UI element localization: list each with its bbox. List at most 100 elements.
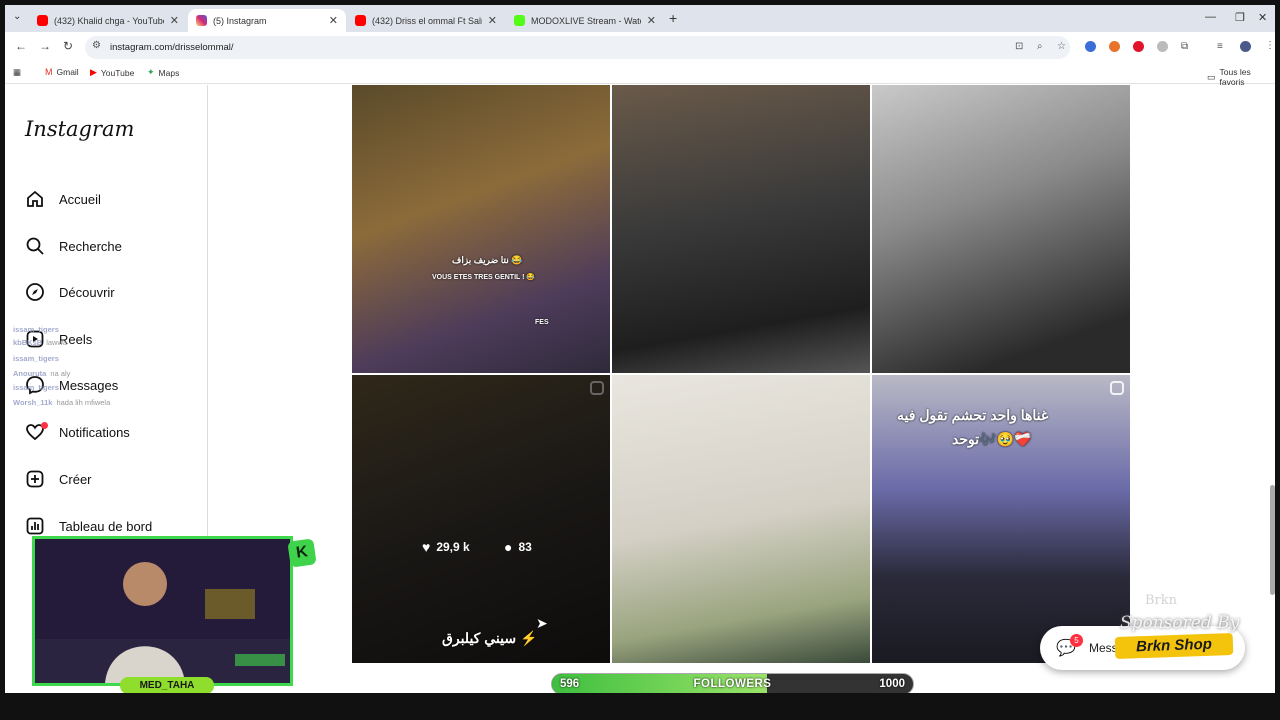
bookmark-youtube[interactable]: ▶ YouTube: [90, 67, 134, 78]
bookmarks-bar: ▦ M Gmail ▶ YouTube ✦ Maps ▭ Tous les favori…: [5, 62, 1275, 87]
post-thumbnail[interactable]: غناها واحد تحشم تقول فيه توحد🎶🥹❤️‍🩹: [872, 375, 1130, 663]
new-tab-icon[interactable]: +: [669, 10, 677, 26]
bookmark-star-icon[interactable]: ☆: [1057, 41, 1066, 52]
likes-count: ♥ 29,9 k: [422, 539, 470, 555]
forward-arrow-icon[interactable]: →: [39, 39, 51, 53]
minimize-icon[interactable]: —: [1205, 11, 1216, 23]
mouse-cursor-icon: ➤: [536, 615, 548, 631]
comment-icon: ●: [504, 539, 513, 555]
tab-title: MODOXLIVE Stream - Watch Li: [531, 15, 641, 26]
post-thumbnail[interactable]: نتا ضريف بزاف 😂 VOUS ETES TRES GENTIL ! …: [352, 85, 610, 373]
extension-shield-icon[interactable]: [1085, 41, 1096, 52]
post-hover-overlay: [352, 375, 610, 663]
folder-icon: ▭: [1207, 71, 1216, 82]
tab-modoxlive[interactable]: MODOXLIVE Stream - Watch Li ✕: [506, 9, 664, 32]
chat-line: issam_tigers: [13, 354, 59, 363]
close-tab-icon[interactable]: ✕: [170, 14, 179, 27]
apps-grid-icon[interactable]: ▦: [13, 67, 21, 78]
bookmark-maps[interactable]: ✦ Maps: [147, 67, 179, 78]
instagram-logo[interactable]: Instagram: [25, 117, 134, 141]
nav-recherche[interactable]: Recherche: [25, 236, 122, 256]
dashboard-icon: [25, 516, 45, 536]
kick-favicon-icon: [514, 15, 525, 26]
chat-line: Worsh_11k hada lih mfiwela: [13, 398, 111, 407]
create-icon: [25, 469, 45, 489]
chat-line: Anouruta na aly: [13, 369, 71, 378]
tab-instagram[interactable]: (5) Instagram ✕: [188, 9, 346, 32]
brkn-shop-banner: Brkn Shop: [1114, 632, 1234, 660]
extension-opera-icon[interactable]: [1133, 41, 1144, 52]
chat-line: kbBKsB lawwa: [13, 338, 68, 347]
kick-logo: K: [287, 538, 317, 568]
post-caption: توحد🎶🥹❤️‍🩹: [952, 431, 1032, 447]
profile-content: نتا ضريف بزاف 😂 VOUS ETES TRES GENTIL ! …: [209, 85, 1275, 693]
post-thumbnail-hovered[interactable]: سيني كيلبرق ⚡ ♥ 29,9 k ● 83 ➤: [352, 375, 610, 663]
nav-accueil[interactable]: Accueil: [25, 189, 101, 209]
close-window-icon[interactable]: ✕: [1258, 11, 1267, 24]
post-thumbnail[interactable]: [612, 375, 870, 663]
back-arrow-icon[interactable]: ←: [15, 39, 27, 53]
followers-goal: 1000: [879, 678, 905, 690]
all-bookmarks[interactable]: ▭ Tous les favoris: [1207, 67, 1275, 87]
post-caption: سيني كيلبرق ⚡: [442, 630, 538, 646]
instagram-favicon-icon: [196, 15, 207, 26]
site-settings-icon[interactable]: ⚙: [92, 40, 101, 51]
tab-youtube-khalid[interactable]: (432) Khalid chga - YouTube ✕: [29, 9, 187, 32]
compass-icon: [25, 282, 45, 302]
youtube-favicon-icon: [355, 15, 366, 26]
bookmark-gmail[interactable]: M Gmail: [45, 67, 79, 77]
nav-tableau-de-bord[interactable]: Tableau de bord: [25, 516, 152, 536]
reel-icon: [1110, 381, 1124, 395]
close-tab-icon[interactable]: ✕: [329, 14, 338, 27]
profile-avatar-icon[interactable]: [1240, 41, 1251, 52]
tab-title: (5) Instagram: [213, 15, 267, 26]
sponsor-brand: Brkn: [1145, 593, 1178, 608]
extensions-puzzle-icon[interactable]: ⧉: [1181, 41, 1188, 52]
gmail-icon: M: [45, 67, 53, 77]
tab-title: (432) Khalid chga - YouTube: [54, 15, 164, 26]
post-thumbnail[interactable]: [612, 85, 870, 373]
followers-goal-bar: 596 FOLLOWERS 1000: [551, 673, 914, 693]
youtube-favicon-icon: [37, 15, 48, 26]
followers-label: FOLLOWERS: [693, 678, 772, 690]
menu-dots-icon[interactable]: ⋮: [1265, 40, 1275, 51]
search-icon: [25, 236, 45, 256]
address-bar[interactable]: ⚙ instagram.com/drisselommal/ ⊡ ⌕ ☆: [85, 36, 1070, 59]
chat-line: issam_tigers: [13, 383, 59, 392]
nav-creer[interactable]: Créer: [25, 469, 92, 489]
zoom-icon[interactable]: ⌕: [1037, 41, 1043, 52]
post-caption: نتا ضريف بزاف 😂: [452, 255, 523, 265]
streamer-name: MED_TAHA: [120, 677, 214, 693]
post-caption: FES: [535, 319, 549, 326]
extension-guard-icon[interactable]: [1157, 41, 1168, 52]
notification-dot: [41, 422, 48, 429]
close-tab-icon[interactable]: ✕: [647, 14, 656, 27]
sponsored-by-text: Sponsored By: [1120, 613, 1240, 633]
streamer-webcam: [32, 536, 293, 686]
maps-icon: ✦: [147, 67, 155, 77]
browser-window: ⌄ (432) Khalid chga - YouTube ✕ (5) Inst…: [5, 5, 1275, 693]
unread-badge: 5: [1070, 634, 1083, 647]
page-scrollbar[interactable]: [1270, 485, 1275, 595]
close-tab-icon[interactable]: ✕: [488, 14, 497, 27]
tab-youtube-driss[interactable]: (432) Driss el ommal Ft Salma - ✕: [347, 9, 505, 32]
tab-strip: ⌄ (432) Khalid chga - YouTube ✕ (5) Inst…: [5, 5, 1275, 32]
chat-line: issam_tigers: [13, 325, 59, 334]
nav-decouvrir[interactable]: Découvrir: [25, 282, 115, 302]
url-text[interactable]: instagram.com/drisselommal/: [110, 42, 234, 53]
restore-icon[interactable]: ❐: [1235, 11, 1245, 24]
extension-metamask-icon[interactable]: [1109, 41, 1120, 52]
youtube-icon: ▶: [90, 67, 97, 77]
post-thumbnail[interactable]: [872, 85, 1130, 373]
home-icon: [25, 189, 45, 209]
install-app-icon[interactable]: ⊡: [1015, 41, 1023, 52]
media-control-icon[interactable]: ≡: [1217, 41, 1223, 52]
tab-title: (432) Driss el ommal Ft Salma -: [372, 15, 482, 26]
browser-toolbar: ← → ↻ ⚙ instagram.com/drisselommal/ ⊡ ⌕ …: [5, 32, 1275, 62]
heart-filled-icon: ♥: [422, 539, 431, 555]
post-caption: VOUS ETES TRES GENTIL ! 😂: [432, 274, 536, 281]
webcam-scene: [35, 539, 290, 683]
reload-icon[interactable]: ↻: [63, 39, 73, 53]
tab-search-icon[interactable]: ⌄: [13, 11, 21, 22]
post-caption: غناها واحد تحشم تقول فيه: [897, 407, 1049, 423]
